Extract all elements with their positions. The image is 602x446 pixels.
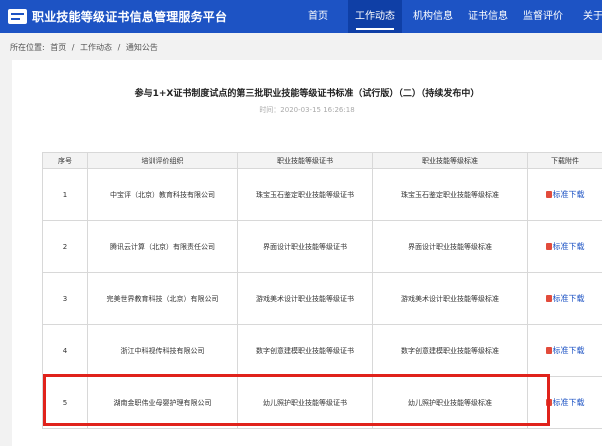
row-standard: 珠宝玉石鉴定职业技能等级标准	[372, 168, 528, 221]
header-standard: 职业技能等级标准	[372, 152, 528, 169]
header-org: 培训评价组织	[87, 152, 238, 169]
row-standard: 游戏美术设计职业技能等级标准	[372, 272, 528, 325]
row-no: 1	[42, 168, 88, 221]
article-time: 时间：2020-03-15 16:26:18	[259, 106, 355, 114]
breadcrumb: 所在位置: 首页 / 工作动态 / 通知公告	[10, 42, 161, 53]
table-row: 4 浙江中科视传科技有限公司 数字创意建模职业技能等级证书 数字创意建模职业技能…	[42, 324, 602, 377]
header-download: 下载附件	[527, 152, 602, 169]
breadcrumb-prefix: 所在位置:	[10, 43, 45, 52]
file-icon	[545, 347, 552, 354]
nav-certificate-info[interactable]: 证书信息	[463, 0, 513, 33]
platform-logo-icon[interactable]	[8, 9, 27, 24]
download-link[interactable]: 标准下载	[553, 398, 585, 407]
row-org: 腾讯云计算（北京）有限责任公司	[87, 220, 238, 273]
row-cert: 珠宝玉石鉴定职业技能等级证书	[237, 168, 373, 221]
row-org: 湖南金职伟业母婴护理有限公司	[87, 376, 238, 429]
breadcrumb-separator: /	[117, 43, 121, 52]
nav-home[interactable]: 首页	[294, 0, 342, 33]
row-org: 中宝评（北京）教育科技有限公司	[87, 168, 238, 221]
file-icon	[545, 191, 552, 198]
platform-title[interactable]: 职业技能等级证书信息管理服务平台	[32, 8, 227, 25]
nav-work-news[interactable]: 工作动态	[348, 0, 402, 33]
row-no: 2	[42, 220, 88, 273]
download-link[interactable]: 标准下载	[553, 190, 585, 199]
row-no: 4	[42, 324, 88, 377]
row-cert: 数字创意建模职业技能等级证书	[237, 324, 373, 377]
table-row: 1 中宝评（北京）教育科技有限公司 珠宝玉石鉴定职业技能等级证书 珠宝玉石鉴定职…	[42, 168, 602, 221]
row-no: 3	[42, 272, 88, 325]
table-row: 3 完美世界教育科技（北京）有限公司 游戏美术设计职业技能等级证书 游戏美术设计…	[42, 272, 602, 325]
table-row: 2 腾讯云计算（北京）有限责任公司 界面设计职业技能等级证书 界面设计职业技能等…	[42, 220, 602, 273]
row-download: 标准下载	[527, 220, 602, 273]
nav-supervision[interactable]: 监督评价	[518, 0, 568, 33]
certificate-table: 序号 培训评价组织 职业技能等级证书 职业技能等级标准 下载附件 1 中宝评（北…	[42, 152, 602, 429]
download-link[interactable]: 标准下载	[553, 346, 585, 355]
row-org: 完美世界教育科技（北京）有限公司	[87, 272, 238, 325]
row-org: 浙江中科视传科技有限公司	[87, 324, 238, 377]
row-download: 标准下载	[527, 168, 602, 221]
header-no: 序号	[42, 152, 88, 169]
row-standard: 界面设计职业技能等级标准	[372, 220, 528, 273]
row-cert: 游戏美术设计职业技能等级证书	[237, 272, 373, 325]
breadcrumb-home[interactable]: 首页	[50, 43, 66, 52]
file-icon	[545, 243, 552, 250]
table-row: 5 湖南金职伟业母婴护理有限公司 幼儿照护职业技能等级证书 幼儿照护职业技能等级…	[42, 376, 602, 429]
row-download: 标准下载	[527, 272, 602, 325]
row-standard: 数字创意建模职业技能等级标准	[372, 324, 528, 377]
breadcrumb-notice[interactable]: 通知公告	[126, 43, 158, 52]
article-title: 参与1+X证书制度试点的第三批职业技能等级证书标准（试行版）（二）（持续发布中）	[134, 89, 480, 99]
download-link[interactable]: 标准下载	[553, 294, 585, 303]
file-icon	[545, 399, 552, 406]
header-cert: 职业技能等级证书	[237, 152, 373, 169]
row-no: 5	[42, 376, 88, 429]
nav-about[interactable]: 关于	[578, 0, 602, 33]
breadcrumb-separator: /	[71, 43, 75, 52]
article-card: 参与1+X证书制度试点的第三批职业技能等级证书标准（试行版）（二）（持续发布中）…	[12, 60, 602, 446]
nav-institution-info[interactable]: 机构信息	[408, 0, 458, 33]
file-icon	[545, 295, 552, 302]
row-cert: 界面设计职业技能等级证书	[237, 220, 373, 273]
row-download: 标准下载	[527, 376, 602, 429]
table-header-row: 序号 培训评价组织 职业技能等级证书 职业技能等级标准 下载附件	[42, 152, 602, 169]
breadcrumb-work-news[interactable]: 工作动态	[80, 43, 112, 52]
nav-work-news-label: 工作动态	[355, 11, 395, 22]
download-link[interactable]: 标准下载	[553, 242, 585, 251]
active-tab-indicator	[356, 28, 394, 30]
top-navigation-bar: 职业技能等级证书信息管理服务平台 首页 工作动态 机构信息 证书信息 监督评价 …	[0, 0, 602, 33]
row-standard: 幼儿照护职业技能等级标准	[372, 376, 528, 429]
row-cert: 幼儿照护职业技能等级证书	[237, 376, 373, 429]
row-download: 标准下载	[527, 324, 602, 377]
